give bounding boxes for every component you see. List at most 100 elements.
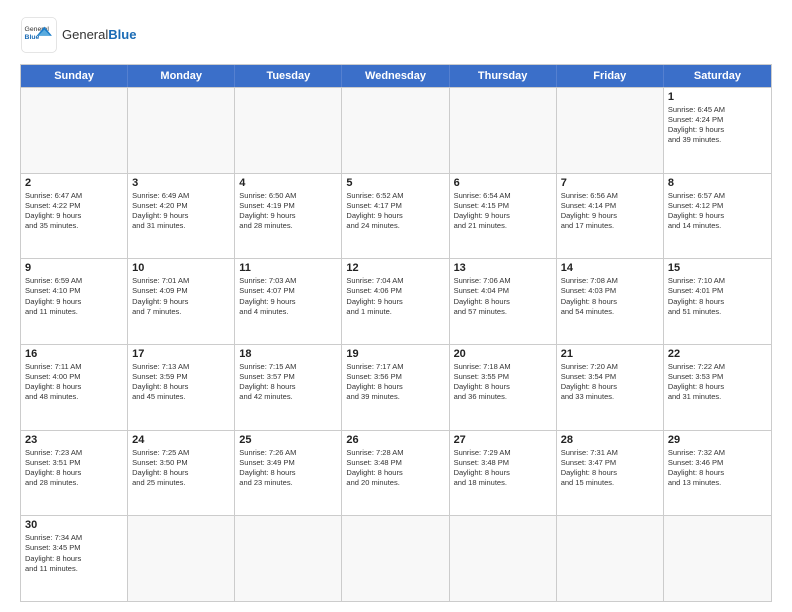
calendar-row-5: 30 Sunrise: 7:34 AM Sunset: 3:45 PM Dayli…: [21, 515, 771, 601]
calendar-cell: [128, 516, 235, 601]
calendar-cell: 6Sunrise: 6:54 AM Sunset: 4:15 PM Daylig…: [450, 174, 557, 259]
day-info: Sunrise: 6:49 AM Sunset: 4:20 PM Dayligh…: [132, 191, 230, 232]
calendar-cell: 3 Sunrise: 6:49 AM Sunset: 4:20 PM Daylig…: [128, 174, 235, 259]
calendar-cell: 20Sunrise: 7:18 AM Sunset: 3:55 PM Dayli…: [450, 345, 557, 430]
calendar-cell: [450, 516, 557, 601]
calendar-cell: 26 Sunrise: 7:28 AM Sunset: 3:48 PM Dayli…: [342, 431, 449, 516]
calendar-cell: 9Sunrise: 6:59 AM Sunset: 4:10 PM Daylig…: [21, 259, 128, 344]
weekday-header-tuesday: Tuesday: [235, 65, 342, 87]
calendar-cell: [557, 516, 664, 601]
day-info: Sunrise: 7:08 AM Sunset: 4:03 PM Dayligh…: [561, 276, 659, 317]
calendar-cell: 5 Sunrise: 6:52 AM Sunset: 4:17 PM Daylig…: [342, 174, 449, 259]
day-number: 15: [668, 262, 767, 274]
day-info: Sunrise: 6:45 AM Sunset: 4:24 PM Dayligh…: [668, 105, 767, 146]
calendar-cell: 27 Sunrise: 7:29 AM Sunset: 3:48 PM Dayli…: [450, 431, 557, 516]
day-number: 16: [25, 348, 123, 360]
calendar-page: General Blue GeneralBlue SundayMondayTue…: [0, 0, 792, 612]
logo: General Blue GeneralBlue: [20, 16, 136, 54]
calendar-cell: 28Sunrise: 7:31 AM Sunset: 3:47 PM Dayli…: [557, 431, 664, 516]
day-number: 19: [346, 348, 444, 360]
calendar-cell: 15 Sunrise: 7:10 AM Sunset: 4:01 PM Dayli…: [664, 259, 771, 344]
day-number: 4: [239, 177, 337, 189]
day-number: 24: [132, 434, 230, 446]
calendar-cell: [342, 88, 449, 173]
day-info: Sunrise: 6:54 AM Sunset: 4:15 PM Dayligh…: [454, 191, 552, 232]
day-info: Sunrise: 7:32 AM Sunset: 3:46 PM Dayligh…: [668, 448, 767, 489]
logo-general: General: [62, 27, 108, 42]
weekday-header-thursday: Thursday: [450, 65, 557, 87]
day-info: Sunrise: 7:17 AM Sunset: 3:56 PM Dayligh…: [346, 362, 444, 403]
calendar-cell: [557, 88, 664, 173]
day-number: 27: [454, 434, 552, 446]
day-info: Sunrise: 7:28 AM Sunset: 3:48 PM Dayligh…: [346, 448, 444, 489]
day-info: Sunrise: 7:34 AM Sunset: 3:45 PM Dayligh…: [25, 533, 123, 574]
generalblue-logo-icon: General Blue: [20, 16, 58, 54]
calendar-cell: 21Sunrise: 7:20 AM Sunset: 3:54 PM Dayli…: [557, 345, 664, 430]
weekday-header-wednesday: Wednesday: [342, 65, 449, 87]
calendar-row-2: 9Sunrise: 6:59 AM Sunset: 4:10 PM Daylig…: [21, 258, 771, 344]
day-number: 1: [668, 91, 767, 103]
day-info: Sunrise: 7:22 AM Sunset: 3:53 PM Dayligh…: [668, 362, 767, 403]
calendar-cell: [21, 88, 128, 173]
day-number: 29: [668, 434, 767, 446]
day-info: Sunrise: 7:03 AM Sunset: 4:07 PM Dayligh…: [239, 276, 337, 317]
calendar-header: SundayMondayTuesdayWednesdayThursdayFrid…: [21, 65, 771, 87]
day-number: 30: [25, 519, 123, 531]
day-info: Sunrise: 7:18 AM Sunset: 3:55 PM Dayligh…: [454, 362, 552, 403]
day-info: Sunrise: 7:15 AM Sunset: 3:57 PM Dayligh…: [239, 362, 337, 403]
calendar-cell: 30 Sunrise: 7:34 AM Sunset: 3:45 PM Dayli…: [21, 516, 128, 601]
day-number: 18: [239, 348, 337, 360]
day-info: Sunrise: 6:52 AM Sunset: 4:17 PM Dayligh…: [346, 191, 444, 232]
calendar-cell: 24 Sunrise: 7:25 AM Sunset: 3:50 PM Dayli…: [128, 431, 235, 516]
calendar-body: 1 Sunrise: 6:45 AM Sunset: 4:24 PM Daylig…: [21, 87, 771, 601]
calendar-cell: 19 Sunrise: 7:17 AM Sunset: 3:56 PM Dayli…: [342, 345, 449, 430]
day-info: Sunrise: 7:01 AM Sunset: 4:09 PM Dayligh…: [132, 276, 230, 317]
day-info: Sunrise: 7:29 AM Sunset: 3:48 PM Dayligh…: [454, 448, 552, 489]
calendar-cell: 7Sunrise: 6:56 AM Sunset: 4:14 PM Daylig…: [557, 174, 664, 259]
day-number: 12: [346, 262, 444, 274]
page-header: General Blue GeneralBlue: [20, 16, 772, 54]
day-number: 9: [25, 262, 123, 274]
day-info: Sunrise: 7:26 AM Sunset: 3:49 PM Dayligh…: [239, 448, 337, 489]
day-number: 11: [239, 262, 337, 274]
calendar-cell: 22Sunrise: 7:22 AM Sunset: 3:53 PM Dayli…: [664, 345, 771, 430]
calendar-cell: [664, 516, 771, 601]
calendar-cell: 23Sunrise: 7:23 AM Sunset: 3:51 PM Dayli…: [21, 431, 128, 516]
logo-blue: Blue: [108, 27, 136, 42]
day-info: Sunrise: 6:50 AM Sunset: 4:19 PM Dayligh…: [239, 191, 337, 232]
day-number: 14: [561, 262, 659, 274]
calendar-cell: [128, 88, 235, 173]
day-info: Sunrise: 7:06 AM Sunset: 4:04 PM Dayligh…: [454, 276, 552, 317]
calendar-cell: [342, 516, 449, 601]
calendar-cell: [235, 516, 342, 601]
day-info: Sunrise: 7:13 AM Sunset: 3:59 PM Dayligh…: [132, 362, 230, 403]
weekday-header-sunday: Sunday: [21, 65, 128, 87]
day-number: 5: [346, 177, 444, 189]
day-number: 17: [132, 348, 230, 360]
day-number: 3: [132, 177, 230, 189]
calendar-cell: [235, 88, 342, 173]
calendar-cell: 8Sunrise: 6:57 AM Sunset: 4:12 PM Daylig…: [664, 174, 771, 259]
calendar-cell: 1 Sunrise: 6:45 AM Sunset: 4:24 PM Daylig…: [664, 88, 771, 173]
calendar-cell: 4 Sunrise: 6:50 AM Sunset: 4:19 PM Daylig…: [235, 174, 342, 259]
day-info: Sunrise: 7:10 AM Sunset: 4:01 PM Dayligh…: [668, 276, 767, 317]
calendar-row-4: 23Sunrise: 7:23 AM Sunset: 3:51 PM Dayli…: [21, 430, 771, 516]
calendar-cell: 18 Sunrise: 7:15 AM Sunset: 3:57 PM Dayli…: [235, 345, 342, 430]
day-number: 26: [346, 434, 444, 446]
day-number: 13: [454, 262, 552, 274]
calendar-cell: 14 Sunrise: 7:08 AM Sunset: 4:03 PM Dayli…: [557, 259, 664, 344]
calendar-cell: 25 Sunrise: 7:26 AM Sunset: 3:49 PM Dayli…: [235, 431, 342, 516]
day-number: 2: [25, 177, 123, 189]
calendar-cell: 11 Sunrise: 7:03 AM Sunset: 4:07 PM Dayli…: [235, 259, 342, 344]
day-info: Sunrise: 7:25 AM Sunset: 3:50 PM Dayligh…: [132, 448, 230, 489]
day-info: Sunrise: 7:23 AM Sunset: 3:51 PM Dayligh…: [25, 448, 123, 489]
calendar-row-1: 2Sunrise: 6:47 AM Sunset: 4:22 PM Daylig…: [21, 173, 771, 259]
day-info: Sunrise: 7:11 AM Sunset: 4:00 PM Dayligh…: [25, 362, 123, 403]
day-number: 21: [561, 348, 659, 360]
day-info: Sunrise: 7:31 AM Sunset: 3:47 PM Dayligh…: [561, 448, 659, 489]
day-number: 25: [239, 434, 337, 446]
weekday-header-friday: Friday: [557, 65, 664, 87]
calendar: SundayMondayTuesdayWednesdayThursdayFrid…: [20, 64, 772, 602]
calendar-row-3: 16 Sunrise: 7:11 AM Sunset: 4:00 PM Dayli…: [21, 344, 771, 430]
weekday-header-monday: Monday: [128, 65, 235, 87]
